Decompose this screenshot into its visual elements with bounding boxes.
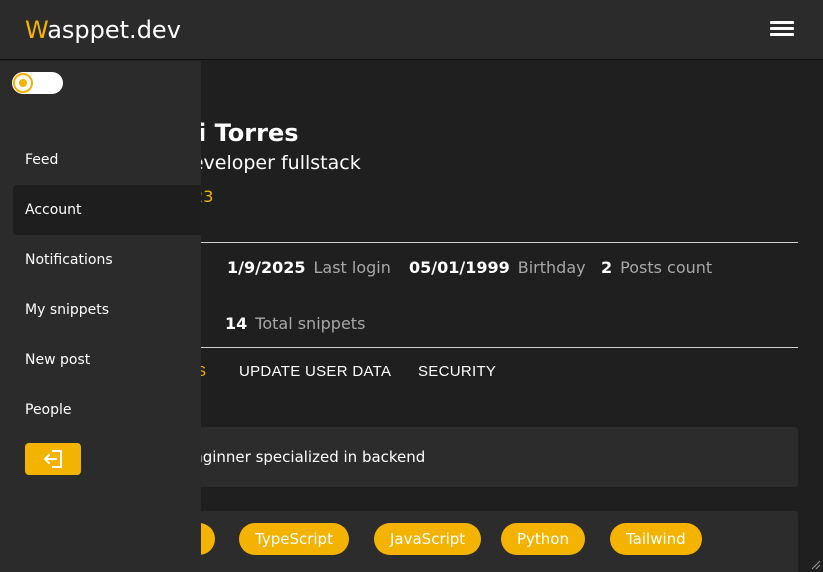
sun-icon <box>13 73 33 93</box>
brand-initial: W <box>25 16 48 44</box>
tab-security[interactable]: SECURITY <box>418 363 496 380</box>
stat-label: Birthday <box>517 258 586 277</box>
theme-toggle[interactable] <box>12 72 63 94</box>
stat-total-snippets: 14 Total snippets <box>225 314 365 333</box>
divider <box>150 347 798 348</box>
sidebar-item-account[interactable]: Account <box>13 185 201 235</box>
tab-update-user-data[interactable]: UPDATE USER DATA <box>239 363 391 380</box>
skill-chip: Python <box>501 523 585 555</box>
brand-logo[interactable]: Wasppet.dev <box>25 16 181 44</box>
stat-posts-count: 2 Posts count <box>601 258 712 277</box>
sidebar-item-notifications[interactable]: Notifications <box>13 235 201 285</box>
sidebar-item-my-snippets[interactable]: My snippets <box>13 285 201 335</box>
skill-chip: TypeScript <box>239 523 349 555</box>
sidebar-item-feed[interactable]: Feed <box>13 135 201 185</box>
divider <box>150 242 798 243</box>
stat-value: 05/01/1999 <box>409 258 510 277</box>
logout-icon <box>44 450 62 468</box>
sidebar: Feed Account Notifications My snippets N… <box>0 61 201 572</box>
top-bar: Wasppet.dev <box>0 0 823 60</box>
logout-button[interactable] <box>25 443 81 475</box>
resize-grip-icon[interactable] <box>809 558 821 570</box>
stat-value: 2 <box>601 258 613 277</box>
hamburger-menu-icon[interactable] <box>766 18 798 42</box>
stat-label: Total snippets <box>255 314 366 333</box>
stat-label: Last login <box>313 258 391 277</box>
bio-card: e enginner specialized in backend <box>150 427 798 487</box>
skills-card: TypeScript JavaScript Python Tailwind <box>150 511 798 572</box>
sidebar-item-new-post[interactable]: New post <box>13 335 201 385</box>
skill-chip: Tailwind <box>610 523 702 555</box>
sidebar-item-people[interactable]: People <box>13 385 201 435</box>
stat-birthday: 05/01/1999 Birthday <box>409 258 586 277</box>
stat-value: 14 <box>225 314 248 333</box>
brand-name: asppet.dev <box>47 16 181 44</box>
stat-last-login: 1/9/2025 Last login <box>227 258 391 277</box>
stat-label: Posts count <box>620 258 713 277</box>
bio-text: e enginner specialized in backend <box>170 448 426 466</box>
stat-value: 1/9/2025 <box>227 258 306 277</box>
skill-chip: JavaScript <box>374 523 482 555</box>
